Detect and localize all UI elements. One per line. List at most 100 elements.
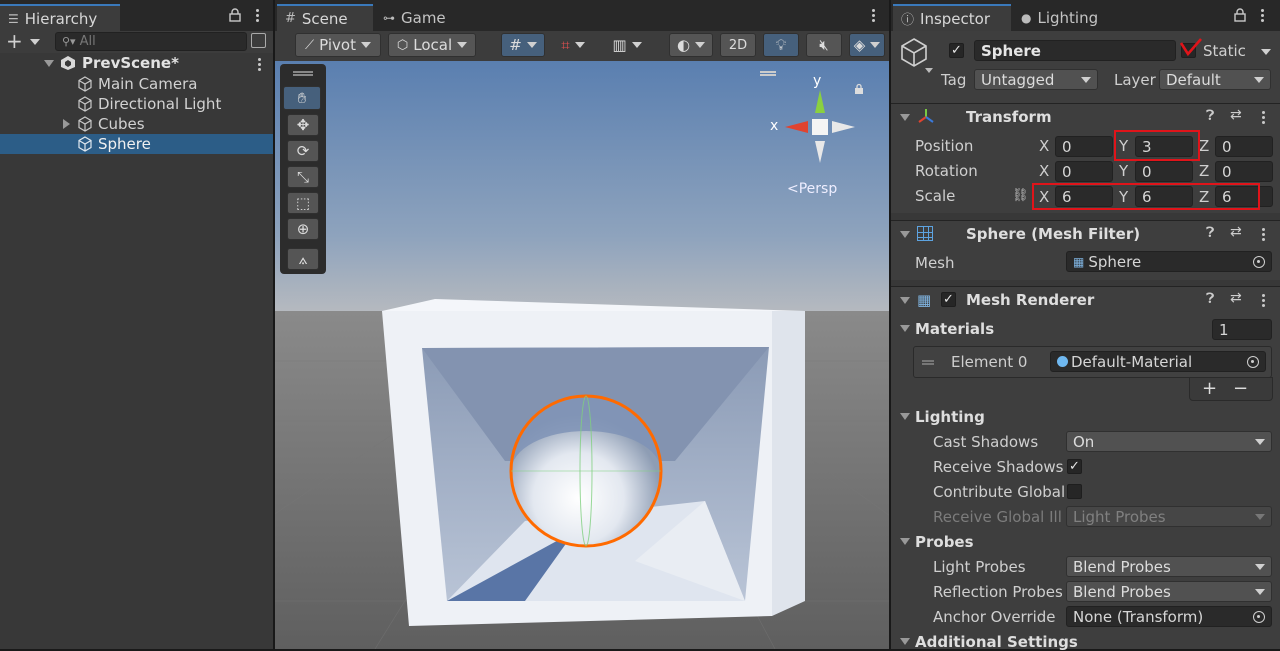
tab-game[interactable]: ⊶ Game (375, 4, 454, 31)
position-x-field[interactable]: 0 (1055, 136, 1113, 157)
add-icon[interactable]: + (6, 31, 23, 51)
drag-handle-icon[interactable] (293, 71, 313, 73)
component-menu-icon[interactable] (1261, 228, 1265, 241)
shading-sphere-icon: ◐ (676, 36, 691, 54)
expand-arrow-icon[interactable] (63, 119, 70, 129)
list-item[interactable]: Cubes (0, 114, 273, 134)
mesh-renderer-icon: ▦ (917, 291, 932, 309)
materials-count-field[interactable]: 1 (1212, 319, 1272, 340)
tag-label: Tag (941, 71, 967, 89)
mesh-grid-icon: ▦ (1073, 254, 1085, 269)
mesh-filter-title: Sphere (Mesh Filter) (966, 225, 1141, 243)
receive-shadows-checkbox[interactable]: ✓ (1067, 459, 1082, 474)
active-checkbox[interactable]: ✓ (949, 43, 964, 58)
collapse-arrow-icon[interactable] (900, 413, 910, 420)
object-picker-icon[interactable] (1253, 255, 1265, 268)
mesh-field[interactable]: ▦ Sphere (1066, 251, 1272, 272)
persp-label[interactable]: <Persp (787, 181, 837, 197)
collapse-arrow-icon[interactable] (900, 538, 910, 545)
help-icon[interactable]: ❓︎ (1206, 225, 1214, 241)
constrain-link-icon[interactable]: ⛓ (1012, 188, 1029, 203)
tab-scene[interactable]: # Scene (277, 4, 373, 31)
lock-icon[interactable] (1234, 8, 1246, 26)
object-picker-icon[interactable] (1247, 355, 1259, 368)
local-dropdown[interactable]: ⬡ Local (388, 33, 476, 57)
collapse-arrow-icon[interactable] (900, 638, 910, 645)
add-element-button[interactable]: + (1202, 378, 1217, 399)
light-probes-dropdown[interactable]: Blend Probes (1066, 556, 1272, 577)
chevron-down-icon (1081, 76, 1091, 83)
collapse-arrow-icon[interactable] (900, 297, 910, 304)
collapse-arrow-icon[interactable] (900, 231, 910, 238)
mesh-renderer-enabled-checkbox[interactable]: ✓ (941, 292, 956, 307)
anchor-override-field[interactable]: None (Transform) (1066, 606, 1272, 627)
layer-dropdown[interactable]: Default (1159, 69, 1271, 90)
list-item[interactable]: Directional Light (0, 94, 273, 114)
collapse-arrow-icon[interactable] (900, 325, 910, 332)
mesh-renderer-header[interactable]: ▦ ✓ Mesh Renderer ❓︎ ⇄ (891, 286, 1280, 312)
light-bulb-icon: ● (1021, 10, 1032, 25)
preset-icon[interactable]: ⇄ (1230, 290, 1242, 306)
transform-header[interactable]: Transform ❓︎ ⇄ (891, 103, 1280, 129)
reflection-probes-dropdown[interactable]: Blend Probes (1066, 581, 1272, 602)
component-menu-icon[interactable] (1261, 294, 1265, 307)
audio-toggle-button[interactable]: 🔇︎ (806, 33, 842, 57)
contribute-gi-checkbox[interactable] (1067, 484, 1082, 499)
tab-inspector[interactable]: ⓘ Inspector (893, 4, 1011, 31)
ruler-button[interactable]: ▥ (601, 33, 653, 57)
preset-icon[interactable]: ⇄ (1230, 107, 1242, 123)
snap-increment-button[interactable]: ⌗ (550, 33, 596, 57)
hand-tool-button[interactable]: ✋︎ (283, 86, 321, 110)
pivot-dropdown[interactable]: ⟋ Pivot (295, 33, 381, 57)
component-menu-icon[interactable] (1261, 111, 1265, 124)
list-item[interactable]: Main Camera (0, 74, 273, 94)
mesh-filter-header[interactable]: Sphere (Mesh Filter) ❓︎ ⇄ (891, 220, 1280, 246)
rotation-y-field[interactable]: 0 (1135, 161, 1193, 182)
scene-menu-icon[interactable] (871, 9, 875, 22)
add-dropdown-caret-icon[interactable] (30, 39, 40, 45)
cast-shadows-dropdown[interactable]: On (1066, 431, 1272, 452)
scene-viewport[interactable]: ✋︎ ✥ ⟳ ⤡ ⬚ ⊕ ⟑ y x <Persp (275, 61, 889, 649)
preset-icon[interactable]: ⇄ (1230, 224, 1242, 240)
custom-tool-button[interactable]: ⟑ (287, 248, 319, 270)
shading-mode-button[interactable]: ◐ (669, 33, 713, 57)
move-tool-button[interactable]: ✥ (287, 114, 319, 136)
scene-toolbar: ⟋ Pivot ⬡ Local # ⌗ ▥ ◐ 2D 💡︎ 🔇︎ ◈ (275, 31, 889, 61)
collapse-arrow-icon[interactable] (900, 114, 910, 121)
tab-lighting[interactable]: ● Lighting (1013, 4, 1106, 31)
list-item-selected[interactable]: Sphere (0, 134, 273, 154)
rotation-z-field[interactable]: 0 (1215, 161, 1273, 182)
object-picker-icon[interactable] (1253, 610, 1265, 623)
lighting-toggle-button[interactable]: 💡︎ (763, 33, 799, 57)
object-name-field[interactable]: Sphere (974, 40, 1176, 61)
tab-hierarchy[interactable]: ☰ Hierarchy (0, 4, 120, 31)
scene-menu-icon[interactable] (257, 58, 261, 71)
tab-game-label: Game (401, 8, 446, 27)
scene-row[interactable]: PrevScene* (0, 53, 273, 73)
help-icon[interactable]: ❓︎ (1206, 291, 1214, 307)
search-input[interactable]: ⚲▾ All (55, 32, 247, 51)
static-dropdown-icon[interactable] (1261, 49, 1271, 55)
effects-button[interactable]: ◈ (849, 33, 885, 57)
transform-tool-button[interactable]: ⊕ (287, 218, 319, 240)
material-field[interactable]: Default-Material (1050, 351, 1266, 372)
mode-2d-button[interactable]: 2D (720, 33, 756, 57)
reorder-handle-icon[interactable] (922, 360, 934, 362)
inspector-menu-icon[interactable] (1260, 9, 1264, 22)
lock-icon[interactable] (229, 8, 241, 26)
transform-icon (917, 108, 935, 128)
help-icon[interactable]: ❓︎ (1206, 108, 1214, 124)
expand-arrow-icon[interactable] (44, 60, 54, 67)
rotation-x-field[interactable]: 0 (1055, 161, 1113, 182)
rect-tool-button[interactable]: ⬚ (287, 192, 319, 214)
grid-snap-button[interactable]: # (501, 33, 545, 57)
remove-element-button[interactable]: − (1233, 378, 1248, 399)
rotate-tool-button[interactable]: ⟳ (287, 140, 319, 162)
hierarchy-menu-icon[interactable] (255, 9, 259, 22)
object-cube-icon[interactable] (899, 37, 933, 77)
tag-dropdown[interactable]: Untagged (974, 69, 1098, 90)
scale-tool-button[interactable]: ⤡ (287, 166, 319, 188)
scene-search-icon[interactable] (251, 33, 266, 48)
gizmo-drag-icon[interactable] (760, 71, 776, 73)
position-z-field[interactable]: 0 (1215, 136, 1273, 157)
